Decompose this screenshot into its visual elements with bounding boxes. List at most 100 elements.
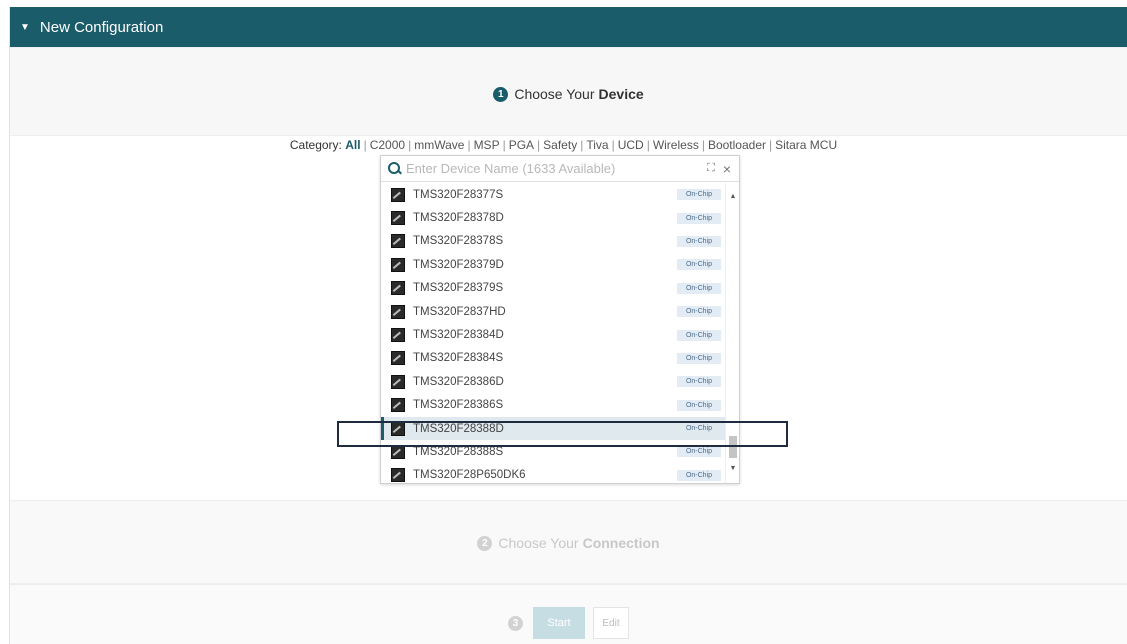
chip-icon [391,468,405,483]
chip-icon [391,421,405,436]
chip-icon [391,281,405,296]
category-link[interactable]: mmWave [414,138,464,152]
category-link[interactable]: Bootloader [708,138,766,152]
device-list-item[interactable]: TMS320F28386D On-Chip [381,370,725,393]
category-link[interactable]: All [345,138,360,152]
device-list-scrollbar[interactable]: ▲ ▼ [725,183,739,483]
device-list-item[interactable]: TMS320F28378D On-Chip [381,206,725,229]
category-separator: | [769,138,773,152]
device-list-item[interactable]: TMS320F28388D On-Chip [381,416,725,441]
step-choose-connection: 2 Choose Your Connection [10,500,1127,584]
device-list-item[interactable]: TMS320F28384S On-Chip [381,347,725,370]
on-chip-badge: On-Chip [677,306,721,318]
device-selector: ⛶ × TMS320F28377S On-Chip TMS320F28378D On-… [380,155,740,484]
device-name: TMS320F28379D [413,258,504,271]
new-configuration-header[interactable]: ▼ New Configuration [10,7,1127,47]
category-link[interactable]: C2000 [370,138,405,152]
device-list-item[interactable]: TMS320F28379S On-Chip [381,277,725,300]
device-name: TMS320F28P650DK6 [413,469,526,482]
device-search-input[interactable] [404,157,708,180]
chip-icon [391,187,405,202]
device-name: TMS320F28378S [413,235,504,248]
category-link[interactable]: MSP [474,138,500,152]
device-name: TMS320F28377S [413,188,504,201]
category-separator: | [502,138,506,152]
category-filter-bar: Category: All | C2000 | mmWave | MSP | PGA | Safet… [0,138,1127,152]
device-search-row: ⛶ × [381,156,739,182]
device-name: TMS320F28379S [413,282,504,295]
category-link[interactable]: Sitara MCU [775,138,837,152]
step1-title-bold: Device [598,86,644,102]
on-chip-badge: On-Chip [685,425,713,433]
chip-icon [391,328,405,343]
device-name: TMS320F28378D [413,212,504,225]
on-chip-badge: On-Chip [677,235,721,247]
on-chip-badge: On-Chip [677,446,721,458]
step-choose-device: 1 Choose Your Device [10,47,1127,136]
on-chip-badge: On-Chip [677,329,721,341]
chip-icon [391,374,405,389]
device-list-item[interactable]: TMS320F28388S On-Chip [381,440,725,463]
device-list-item[interactable]: TMS320F28386S On-Chip [381,394,725,417]
device-name: TMS320F2837HD [413,305,506,318]
scrollbar-thumb[interactable] [729,436,737,458]
chip-icon [391,234,405,249]
chip-icon [391,351,405,366]
category-separator: | [646,138,650,152]
step-start: 3 Start Edit [10,584,1127,644]
step3-controls: 3 Start Edit [10,607,1127,639]
category-separator: | [611,138,615,152]
on-chip-badge: On-Chip [677,352,721,364]
close-icon[interactable]: × [723,161,731,177]
device-list-item[interactable]: TMS320F28377S On-Chip [381,183,725,206]
category-separator: | [701,138,705,152]
device-name: TMS320F28384D [413,329,504,342]
category-link[interactable]: Wireless [653,138,699,152]
device-list-item[interactable]: TMS320F2837HD On-Chip [381,300,725,323]
start-button[interactable]: Start [533,607,585,639]
scroll-down-arrow-icon[interactable]: ▼ [726,463,739,475]
search-icon [386,160,404,178]
category-link[interactable]: Tiva [586,138,608,152]
device-name: TMS320F28388S [413,445,504,458]
category-separator: | [580,138,584,152]
caret-down-icon: ▼ [20,21,30,33]
on-chip-badge: On-Chip [677,189,721,201]
on-chip-badge: On-Chip [677,212,721,224]
chip-icon [391,444,405,459]
device-list-item[interactable]: TMS320F28378S On-Chip [381,230,725,253]
on-chip-badge: On-Chip [677,376,721,388]
device-list-item[interactable]: TMS320F28379D On-Chip [381,253,725,276]
category-separator: | [363,138,367,152]
step2-title-bold: Connection [582,535,660,551]
category-link[interactable]: Safety [543,138,577,152]
header-title: New Configuration [39,18,164,36]
on-chip-badge: On-Chip [677,469,721,481]
chip-icon [391,398,405,413]
step2-title-prefix: Choose Your [498,535,579,551]
device-name: TMS320F28384S [413,352,504,365]
expand-icon[interactable]: ⛶ [707,162,715,175]
device-list: TMS320F28377S On-Chip TMS320F28378D On-Chip… [381,183,725,483]
device-name: TMS320F28386S [413,399,504,412]
step1-title: 1 Choose Your Device [10,86,1127,102]
category-separator: | [537,138,541,152]
chip-icon [391,304,405,319]
on-chip-badge: On-Chip [677,282,721,294]
step3-number-badge: 3 [508,615,523,631]
category-link[interactable]: PGA [509,138,534,152]
step1-number-badge: 1 [493,86,509,102]
chip-icon [391,211,405,226]
step1-title-prefix: Choose Your [514,86,595,102]
step2-title: 2 Choose Your Connection [10,535,1127,551]
device-name: TMS320F28386D [413,375,504,388]
category-separator: | [467,138,471,152]
scroll-up-arrow-icon[interactable]: ▲ [726,191,739,203]
category-link[interactable]: UCD [618,138,644,152]
device-list-item[interactable]: TMS320F28384D On-Chip [381,323,725,346]
on-chip-badge: On-Chip [677,399,721,411]
edit-button[interactable]: Edit [593,607,629,639]
on-chip-badge: On-Chip [677,259,721,271]
device-list-item[interactable]: TMS320F28P650DK6 On-Chip [381,464,725,483]
device-name: TMS320F28388D [413,422,504,435]
